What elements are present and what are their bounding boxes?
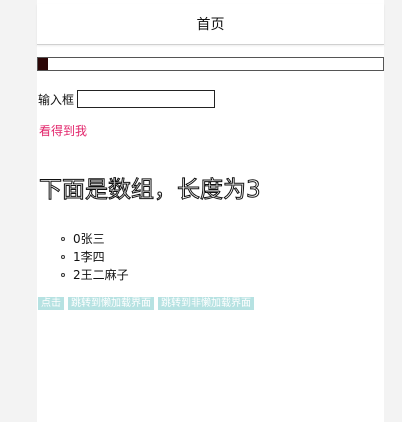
left-gutter — [0, 0, 37, 422]
bullet-icon — [61, 255, 65, 259]
list-item-text: 2王二麻子 — [73, 268, 129, 282]
list-item: 1李四 — [61, 248, 129, 266]
name-list: 0张三 1李四 2王二麻子 — [61, 230, 129, 284]
goto-non-loaded-button[interactable]: 跳转到非懒加载界面 — [158, 297, 254, 310]
array-heading: 下面是数组，长度为3 — [39, 177, 262, 204]
app-container: 首页 输入框 看得到我 下面是数组，长度为3 0张三 1李四 2王二麻子 点击 … — [37, 0, 384, 422]
text-input[interactable] — [77, 90, 216, 108]
list-item-text: 1李四 — [73, 250, 105, 264]
list-item: 0张三 — [61, 230, 129, 248]
bullet-icon — [61, 273, 65, 277]
list-item-text: 0张三 — [73, 232, 105, 246]
input-row: 输入框 — [38, 88, 216, 110]
progress-bar — [37, 57, 384, 71]
progress-fill — [38, 58, 49, 70]
visible-text: 看得到我 — [39, 124, 88, 138]
input-label: 输入框 — [38, 92, 75, 107]
navbar: 首页 — [37, 4, 384, 45]
button-row: 点击 跳转到懒加载界面 跳转到非懒加载界面 — [38, 297, 254, 310]
click-button[interactable]: 点击 — [38, 297, 64, 310]
goto-loaded-button[interactable]: 跳转到懒加载界面 — [68, 297, 154, 310]
page-title: 首页 — [196, 17, 225, 33]
right-gutter — [384, 0, 402, 422]
bullet-icon — [61, 237, 65, 241]
list-item: 2王二麻子 — [61, 266, 129, 284]
